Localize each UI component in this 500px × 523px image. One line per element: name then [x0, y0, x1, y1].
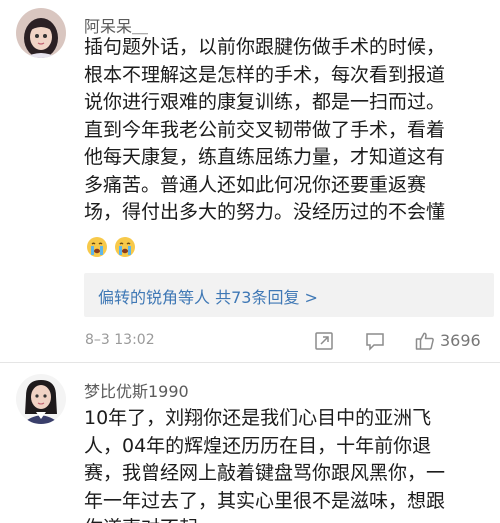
comment-text-line: 你道声对不起	[84, 515, 494, 523]
reply-count: 共73条回复 >	[215, 288, 318, 307]
reply-preview-box[interactable]: 偏转的锐角等人 共73条回复 >	[84, 273, 494, 317]
comment-body: 插句题外话，以前你跟腱伤做手术的时候， 根本不理解这是怎样的手术，每次看到报道 …	[84, 34, 494, 227]
reply-preview-user: 偏转的锐角等人	[98, 288, 211, 307]
comment-text-line: 说你进行艰难的康复训练，都是一扫而过。	[84, 91, 446, 113]
comment-divider	[0, 362, 500, 363]
comment-text-line: 年一年过去了，其实心里很不是滋味，想跟	[84, 489, 446, 512]
like-count: 3696	[440, 331, 481, 350]
like-icon[interactable]	[414, 330, 436, 352]
crying-emoji	[87, 237, 107, 257]
comment-text-line: 人，04年的辉煌还历历在目，十年前你退	[84, 434, 432, 457]
comment-actions: 8–3 13:02 3696	[0, 322, 500, 358]
comment-text-line: 根本不理解这是怎样的手术，每次看到报道	[84, 63, 446, 86]
comment-text-line: 多痛苦。普通人还如此何况你还要重返赛	[84, 173, 427, 196]
view-replies-link[interactable]: 偏转的锐角等人 共73条回复 >	[98, 284, 318, 308]
avatar[interactable]	[16, 374, 66, 424]
comment-text-line: 插句题外话，以前你跟腱伤做手术的时候，	[84, 36, 446, 58]
user-avatar-image	[16, 8, 66, 58]
comment-body: 10年了，刘翔你还是我们心目中的亚洲飞 人，04年的辉煌还历历在目，十年前你退 …	[84, 405, 494, 523]
comment-username[interactable]: 梦比优斯1990	[84, 378, 189, 402]
comment-timestamp: 8–3 13:02	[85, 332, 155, 348]
comment-text-line: 场，得付出多大的努力。没经历过的不会懂	[84, 201, 446, 223]
comment-text-line: 他每天康复，练直练屈练力量，才知道这有	[84, 146, 446, 168]
comment-text-line: 直到今年我老公前交叉韧带做了手术，看着	[84, 118, 446, 141]
crying-emoji	[115, 237, 135, 257]
avatar[interactable]	[16, 8, 66, 58]
comment-text-line: 赛，我曾经网上敲着键盘骂你跟风黑你，一	[84, 462, 446, 484]
share-icon[interactable]	[313, 330, 335, 352]
comment-text-line: 10年了，刘翔你还是我们心目中的亚洲飞	[84, 407, 432, 429]
emoji-row	[86, 236, 136, 258]
comment-icon[interactable]	[364, 330, 386, 352]
user-avatar-image	[16, 374, 66, 424]
